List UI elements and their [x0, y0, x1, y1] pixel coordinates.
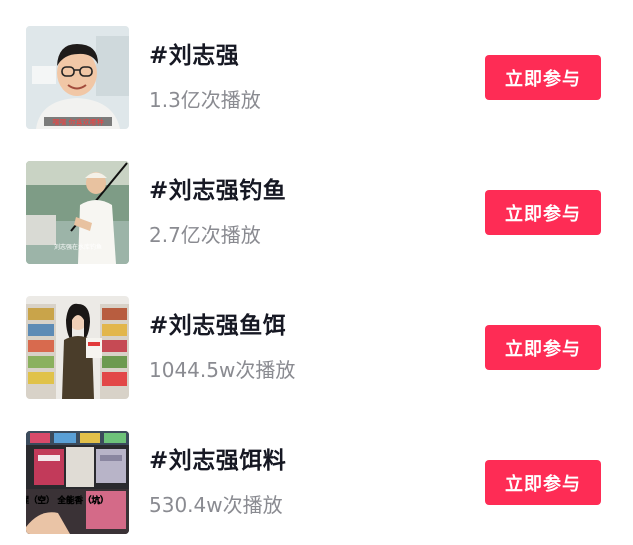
- join-button[interactable]: 立即参与: [485, 55, 601, 100]
- topic-row-bait-feed[interactable]: 全能腥（空） 全能香（坑） #刘志强饵料 530.4w次播放 立即参与: [0, 431, 633, 539]
- topic-thumbnail[interactable]: 嘿嘿 你喜欢哪种: [26, 26, 129, 129]
- join-button[interactable]: 立即参与: [485, 190, 601, 235]
- topic-row-liuzhiqiang[interactable]: 嘿嘿 你喜欢哪种 #刘志强 1.3亿次播放 立即参与: [0, 26, 633, 134]
- topic-row-fishing[interactable]: 刘志强在水库钓鱼 #刘志强钓鱼 2.7亿次播放 立即参与: [0, 161, 633, 269]
- thumbnail-caption: 嘿嘿 你喜欢哪种: [52, 118, 103, 127]
- topic-title: #刘志强钓鱼: [149, 178, 287, 204]
- thumbnail-image-man-fishing: 刘志强在水库钓鱼: [26, 161, 129, 264]
- thumbnail-image-man-talking: 嘿嘿 你喜欢哪种: [26, 26, 129, 129]
- thumbnail-caption: 刘志强在水库钓鱼: [54, 243, 102, 251]
- topic-title: #刘志强饵料: [149, 448, 287, 474]
- topic-title: #刘志强: [149, 43, 240, 69]
- thumbnail-image-bait-packages: 全能腥（空） 全能香（坑）: [26, 431, 129, 534]
- play-count: 1.3亿次播放: [149, 88, 261, 112]
- topic-title: #刘志强鱼饵: [149, 313, 287, 339]
- play-count: 2.7亿次播放: [149, 223, 261, 247]
- thumbnail-caption: 全能腥（空） 全能香（坑）: [26, 495, 108, 506]
- topic-thumbnail[interactable]: 刘志强在水库钓鱼: [26, 161, 129, 264]
- topic-list: 嘿嘿 你喜欢哪种 #刘志强 1.3亿次播放 立即参与 刘志强在水库钓鱼 #刘志强: [0, 0, 633, 545]
- topic-thumbnail[interactable]: [26, 296, 129, 399]
- topic-row-fish-bait[interactable]: #刘志强鱼饵 1044.5w次播放 立即参与: [0, 296, 633, 404]
- play-count: 1044.5w次播放: [149, 358, 296, 382]
- play-count: 530.4w次播放: [149, 493, 283, 517]
- join-button[interactable]: 立即参与: [485, 460, 601, 505]
- join-button[interactable]: 立即参与: [485, 325, 601, 370]
- thumbnail-image-woman-store: [26, 296, 129, 399]
- topic-thumbnail[interactable]: 全能腥（空） 全能香（坑）: [26, 431, 129, 534]
